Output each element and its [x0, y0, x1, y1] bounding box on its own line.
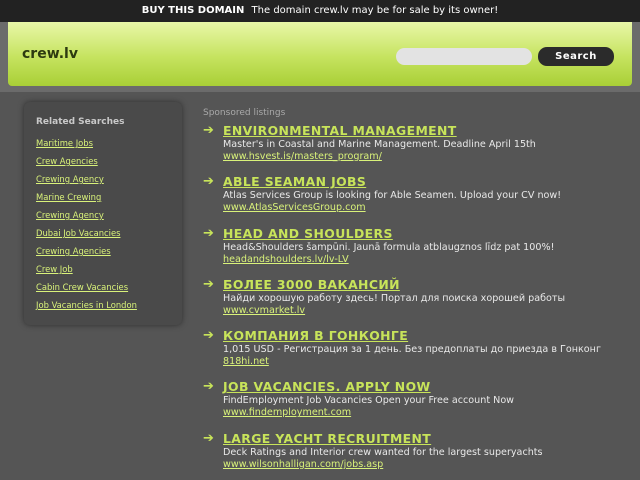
listing-description: Master's in Coastal and Marine Managemen… [223, 139, 536, 150]
arrow-right-icon: ➔ [203, 174, 214, 190]
arrow-right-icon: ➔ [203, 123, 214, 138]
listing-url-link[interactable]: www.cvmarket.lv [223, 305, 633, 316]
listing-item: ➔ JOB VACANCIES. APPLY NOW FindEmploymen… [203, 379, 633, 430]
arrow-right-icon: ➔ [203, 328, 214, 344]
listing-item: ➔ БОЛЕЕ 3000 ВАКАНСИЙ Найди хорошую рабо… [203, 277, 633, 328]
listing-description: Deck Ratings and Interior crew wanted fo… [223, 446, 543, 458]
related-search-link[interactable]: Cabin Crew Vacancies [36, 278, 170, 296]
arrow-right-icon: ➔ [203, 276, 214, 292]
listing-url-link[interactable]: www.AtlasServicesGroup.com [223, 202, 633, 213]
listing-title-link[interactable]: ABLE SEAMAN JOBS [223, 174, 633, 189]
related-search-link[interactable]: Crew Job [36, 260, 170, 278]
related-search-link[interactable]: Dubai Job Vacancies [36, 224, 170, 242]
listing-description: Atlas Services Group is looking for Able… [223, 190, 562, 202]
related-search-link[interactable]: Marine Crewing [36, 188, 170, 206]
listing-url-link[interactable]: www.wilsonhalligan.com/jobs.asp [223, 459, 633, 470]
listing-item: ➔ ABLE SEAMAN JOBS Atlas Services Group … [203, 174, 633, 225]
sale-message: The domain crew.lv may be for sale by it… [251, 5, 499, 16]
arrow-right-icon: ➔ [203, 430, 214, 446]
related-searches-title: Related Searches [36, 117, 125, 127]
listing-title-link[interactable]: КОМПАНИЯ В ГОНКОНГЕ [223, 328, 633, 343]
listing-title-link[interactable]: ENVIRONMENTAL MANAGEMENT [223, 123, 633, 138]
arrow-right-icon: ➔ [203, 379, 214, 395]
site-header: crew.lv Search [8, 22, 632, 86]
sponsored-label: Sponsored listings [203, 108, 286, 118]
listing-title-link[interactable]: БОЛЕЕ 3000 ВАКАНСИЙ [223, 277, 633, 292]
related-search-link[interactable]: Maritime Jobs [36, 134, 170, 152]
listing-url-link[interactable]: www.hsvest.is/masters_program/ [223, 151, 633, 162]
sponsored-listings: Sponsored listings ➔ ENVIRONMENTAL MANAG… [203, 108, 633, 480]
buy-domain-link[interactable]: BUY THIS DOMAIN [142, 5, 245, 16]
related-search-link[interactable]: Crew Agencies [36, 152, 170, 170]
search-button[interactable]: Search [538, 47, 614, 66]
domain-sale-bar: BUY THIS DOMAIN The domain crew.lv may b… [0, 0, 640, 22]
listing-url-link[interactable]: headandshoulders.lv/lv-LV [223, 254, 633, 265]
listing-description: Найди хорошую работу здесь! Портал для п… [223, 292, 566, 304]
listing-item: ➔ КОМПАНИЯ В ГОНКОНГЕ 1,015 USD - Регист… [203, 328, 633, 379]
listing-item: ➔ LARGE YACHT RECRUITMENT Deck Ratings a… [203, 431, 633, 480]
search-input[interactable] [396, 48, 532, 65]
site-logo[interactable]: crew.lv [22, 46, 78, 62]
listing-description: Head&Shoulders šampūni. Jaunā formula at… [223, 241, 555, 253]
listing-item: ➔ HEAD AND SHOULDERS Head&Shoulders šamp… [203, 226, 633, 277]
listing-title-link[interactable]: HEAD AND SHOULDERS [223, 226, 633, 241]
related-search-link[interactable]: Crewing Agency [36, 206, 170, 224]
related-search-link[interactable]: Crewing Agency [36, 170, 170, 188]
listing-url-link[interactable]: 818hi.net [223, 356, 633, 367]
listing-url-link[interactable]: www.findemployment.com [223, 407, 633, 418]
arrow-right-icon: ➔ [203, 225, 214, 241]
related-search-link[interactable]: Crewing Agencies [36, 242, 170, 260]
related-searches-panel: Related Searches Maritime Jobs Crew Agen… [24, 102, 182, 325]
listing-title-link[interactable]: JOB VACANCIES. APPLY NOW [223, 379, 633, 394]
listing-item: ➔ ENVIRONMENTAL MANAGEMENT Master's in C… [203, 123, 633, 174]
listing-description: 1,015 USD - Регистрация за 1 день. Без п… [223, 344, 601, 356]
listing-title-link[interactable]: LARGE YACHT RECRUITMENT [223, 431, 633, 446]
listing-description: FindEmployment Job Vacancies Open your F… [223, 395, 515, 407]
related-search-link[interactable]: Job Vacancies in London [36, 296, 170, 314]
